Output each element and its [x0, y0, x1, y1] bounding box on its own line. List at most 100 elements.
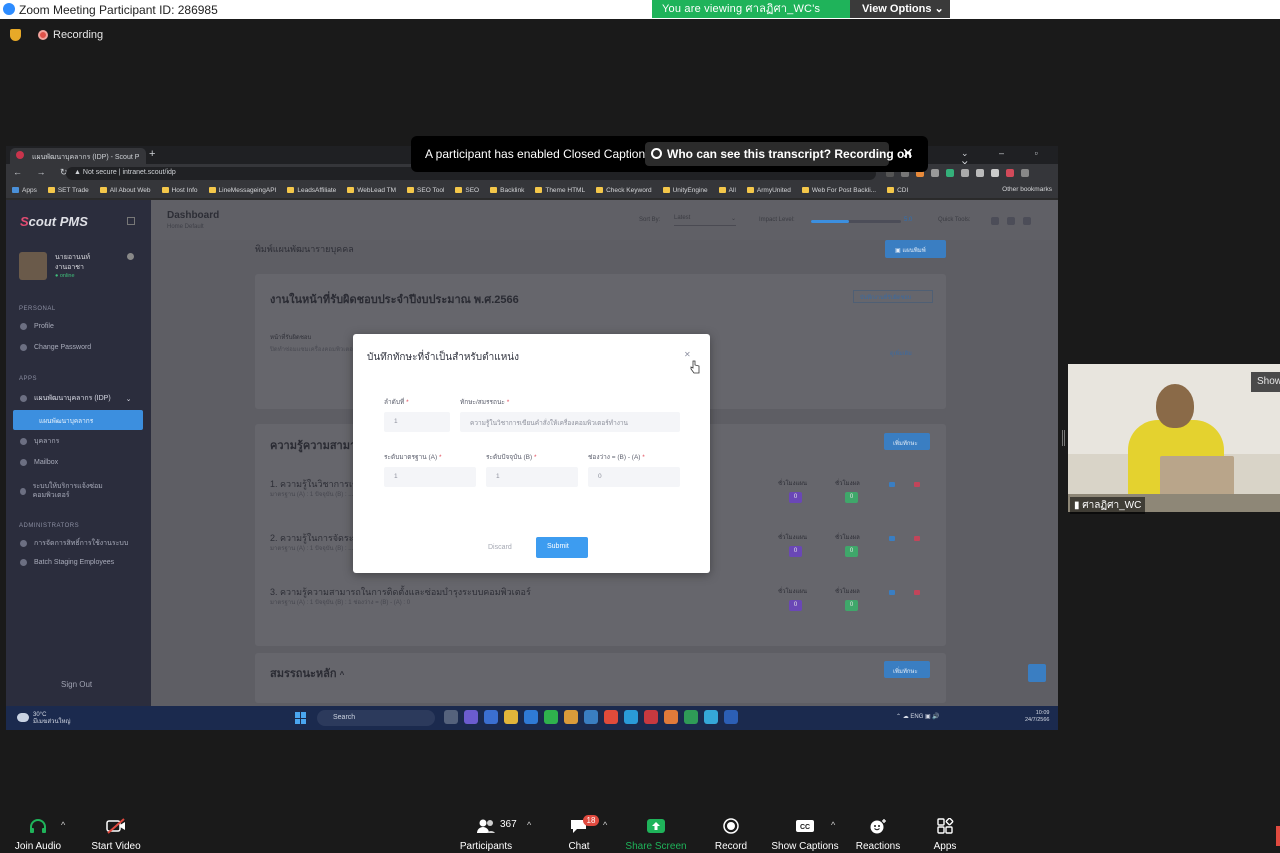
app-icon[interactable]	[484, 710, 498, 724]
word-icon[interactable]	[724, 710, 738, 724]
sidebar-item-repair-system[interactable]: ระบบให้บริการแจ้งซ่อม คอมพิวเตอร์	[20, 482, 120, 500]
sidebar-item-idp[interactable]: แผนพัฒนาบุคลากร (IDP) ⌄	[20, 393, 132, 404]
weather-widget[interactable]: 30°C มีเมฆส่วนใหญ่	[33, 712, 71, 726]
standard-level-label: ระดับมาตรฐาน (A) *	[384, 452, 441, 462]
bookmark-item[interactable]: Host Info	[161, 187, 198, 194]
delete-icon[interactable]	[914, 536, 920, 541]
bookmark-item[interactable]: Theme HTML	[535, 187, 585, 194]
bookmark-item[interactable]: SEO Tool	[407, 187, 444, 194]
chevron-up-icon[interactable]: ^	[603, 820, 607, 830]
excel-icon[interactable]	[684, 710, 698, 724]
skill-select[interactable]: ความรู้ในวิชาการเขียนคำสั่งให้เครื่องคอม…	[460, 412, 680, 432]
share-screen-button[interactable]: Share Screen	[624, 818, 688, 852]
scroll-top-button[interactable]	[1028, 664, 1046, 682]
app-icon[interactable]	[704, 710, 718, 724]
sign-out-button[interactable]: Sign Out	[61, 680, 92, 689]
bookmark-item[interactable]: Apps	[12, 187, 37, 194]
resize-handle[interactable]	[1062, 430, 1065, 446]
folder-icon[interactable]	[504, 710, 518, 724]
bookmark-item[interactable]: Check Keyword	[596, 187, 652, 194]
gap-input[interactable]: 0	[588, 467, 680, 487]
store-icon[interactable]	[524, 710, 538, 724]
add-skill-button[interactable]: เพิ่มทักษะ	[884, 433, 930, 450]
tool-icon[interactable]	[1007, 217, 1015, 225]
join-audio-button[interactable]: Join Audio	[10, 818, 66, 852]
bookmark-item[interactable]: All	[718, 187, 736, 194]
sidebar-item-permissions[interactable]: การจัดการสิทธิ์การใช้งานระบบ	[20, 538, 128, 549]
sidebar-item-mailbox[interactable]: Mailbox	[20, 459, 58, 466]
add-competency-button[interactable]: เพิ่มทักษะ	[884, 661, 930, 678]
sort-select[interactable]: Latest ⌄	[674, 215, 736, 226]
sidebar-item-idp-active[interactable]: แผนพัฒนาบุคลากร	[13, 410, 143, 430]
bookmark-item[interactable]: UnityEngine	[662, 187, 708, 194]
read-more-link[interactable]: ดูเพิ่มเติม	[890, 350, 912, 358]
submit-button[interactable]: Submit	[536, 537, 588, 558]
sidebar-item-batch-staging[interactable]: Batch Staging Employees	[20, 559, 114, 566]
taskbar-search[interactable]: Search	[317, 710, 435, 726]
edit-icon[interactable]	[889, 590, 895, 595]
sidebar-item-change-password[interactable]: Change Password	[20, 344, 91, 351]
security-shield-icon[interactable]	[10, 29, 21, 41]
edge-icon[interactable]	[624, 710, 638, 724]
bookmark-item[interactable]: Backlink	[490, 187, 524, 194]
plan-hours-label: ชั่วโมงแผน	[778, 481, 808, 487]
sidebar-toggle-icon[interactable]	[127, 217, 135, 225]
end-button-edge[interactable]	[1276, 826, 1280, 846]
app-icon[interactable]	[584, 710, 598, 724]
browser-tab[interactable]: แผนพัฒนาบุคลากร (IDP) - Scout P	[10, 148, 146, 164]
bookmarks-bar: Apps SET Trade All About Web Host Info L…	[6, 182, 1058, 199]
chevron-up-icon[interactable]: ^	[61, 820, 65, 830]
edit-icon[interactable]	[889, 482, 895, 487]
system-tray[interactable]: ⌃ ☁ ENG ▣ 🔊	[896, 713, 940, 720]
task-view-icon[interactable]	[444, 710, 458, 724]
chevron-up-icon[interactable]: ^	[527, 820, 531, 830]
bookmark-item[interactable]: Web For Post Backli...	[801, 187, 876, 194]
order-input[interactable]: 1	[384, 412, 450, 432]
new-tab-button[interactable]: +	[149, 148, 155, 160]
bookmark-item[interactable]: CDI	[887, 187, 908, 194]
app-icon[interactable]	[664, 710, 678, 724]
close-icon[interactable]: ✕	[902, 145, 914, 162]
bookmark-item[interactable]: SEO	[455, 187, 479, 194]
other-bookmarks[interactable]: Other bookmarks	[1002, 186, 1052, 193]
delete-icon[interactable]	[914, 590, 920, 595]
teams-icon[interactable]	[464, 710, 478, 724]
breadcrumb[interactable]: Home Default	[167, 224, 204, 230]
delete-icon[interactable]	[914, 482, 920, 487]
line-icon[interactable]	[544, 710, 558, 724]
standard-level-input[interactable]: 1	[384, 467, 476, 487]
close-icon[interactable]: ✕	[684, 350, 691, 359]
sidebar-item-profile[interactable]: Profile	[20, 323, 54, 330]
current-level-input[interactable]: 1	[486, 467, 578, 487]
browser-nav-icons[interactable]: ← → ↻	[13, 167, 74, 178]
quick-tools-icons[interactable]	[991, 217, 1036, 225]
chrome-icon[interactable]	[604, 710, 618, 724]
bookmark-item[interactable]: ArmyUnited	[746, 187, 791, 194]
gear-icon[interactable]	[127, 253, 134, 260]
app-icon[interactable]	[564, 710, 578, 724]
tool-icon[interactable]	[1023, 217, 1031, 225]
windows-start-icon[interactable]	[295, 712, 307, 724]
filezilla-icon[interactable]	[644, 710, 658, 724]
tool-icon[interactable]	[991, 217, 999, 225]
chevron-up-icon[interactable]: ^	[340, 670, 345, 679]
view-options-button[interactable]: View Options ⌄	[850, 0, 950, 18]
discard-button[interactable]: Discard	[482, 538, 524, 558]
taskbar-clock[interactable]: 10:09 24/7/2566	[1025, 710, 1049, 724]
record-button[interactable]: Record	[710, 818, 752, 852]
chevron-up-icon[interactable]: ^	[831, 820, 835, 830]
record-responsibilities-button[interactable]: บันทึกงานที่รับผิดชอบ	[853, 290, 933, 303]
show-button[interactable]: Show	[1251, 372, 1280, 392]
bookmark-item[interactable]: LineMessageingAPI	[208, 187, 276, 194]
sidebar-item-people[interactable]: บุคลากร	[20, 436, 59, 447]
bookmark-item[interactable]: SET Trade	[47, 187, 89, 194]
bookmark-item[interactable]: LeadsAffiliate	[287, 187, 336, 194]
reactions-button[interactable]: Reactions	[853, 818, 903, 852]
start-video-button[interactable]: Start Video	[88, 818, 144, 852]
bookmark-item[interactable]: WebLead TM	[347, 187, 396, 194]
app-logo[interactable]: Scout PMS	[20, 214, 88, 229]
bookmark-item[interactable]: All About Web	[99, 187, 151, 194]
apps-button[interactable]: Apps	[926, 817, 964, 852]
edit-icon[interactable]	[889, 536, 895, 541]
print-button[interactable]: ▣ แผนพิมพ์	[885, 240, 946, 258]
